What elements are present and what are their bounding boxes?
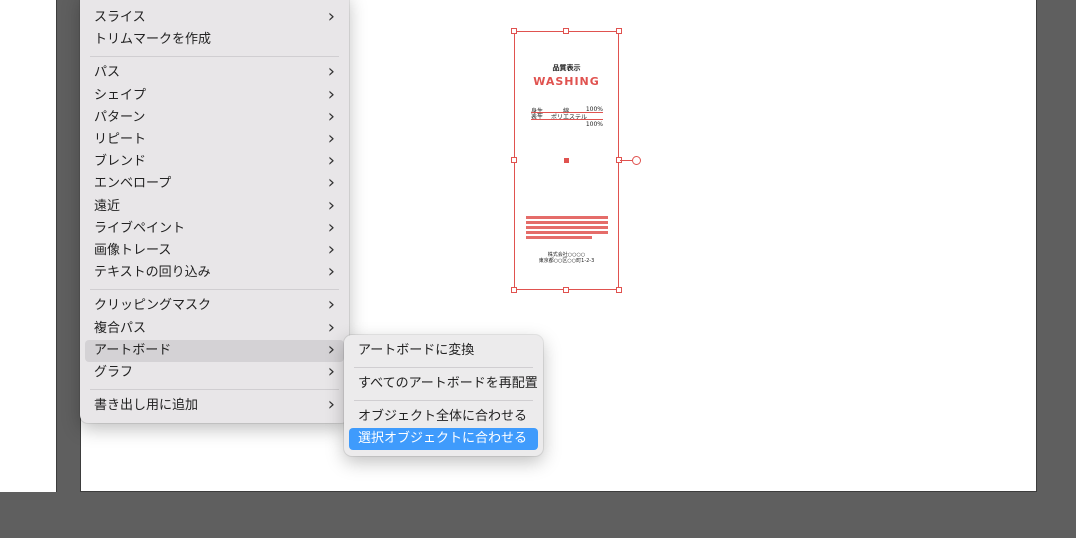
menu-item[interactable]: スライス › xyxy=(85,7,344,29)
chevron-right-icon: › xyxy=(327,172,335,194)
artboard-submenu: アートボードに変換すべてのアートボードを再配置 オブジェクト全体に合わせる 選択オブ… xyxy=(344,335,543,456)
menu-item-label: リピート xyxy=(94,132,147,147)
chevron-right-icon: › xyxy=(327,239,335,260)
menu-item[interactable]: パターン › xyxy=(85,105,344,129)
menu-item-label: 遠近 xyxy=(94,198,121,214)
chevron-right-icon: › xyxy=(327,261,335,283)
chevron-right-icon: › xyxy=(327,316,335,338)
menu-item-label: 複合パス xyxy=(94,320,147,336)
menu-item-label: シェイプ xyxy=(94,87,147,103)
chevron-right-icon: › xyxy=(327,150,335,172)
menu-item[interactable]: 選択オブジェクトに合わせる xyxy=(349,428,538,450)
menu-item[interactable]: リピート › xyxy=(85,129,344,151)
menu-item-label: ブレンド xyxy=(94,154,147,170)
menu-separator xyxy=(354,366,533,368)
menu-item-label: トリムマークを作成 xyxy=(94,32,212,48)
menu-item-label: アートボードに変換 xyxy=(358,343,475,358)
menu-item[interactable]: ライブペイント › xyxy=(85,216,344,240)
menu-separator xyxy=(354,399,533,401)
handle-middle-left[interactable] xyxy=(511,157,517,163)
left-artboard xyxy=(0,0,57,492)
chevron-right-icon: › xyxy=(327,6,335,27)
chevron-right-icon: › xyxy=(327,394,335,416)
menu-item[interactable]: トリムマークを作成 xyxy=(85,29,344,51)
handle-bottom-center[interactable] xyxy=(563,287,569,293)
menu-separator xyxy=(90,288,339,290)
menu-item-label: パターン xyxy=(94,109,146,125)
menu-item-label: アートボード xyxy=(94,342,172,358)
center-point xyxy=(564,158,569,163)
menu-separator xyxy=(90,388,339,390)
chevron-right-icon: › xyxy=(327,216,335,238)
menu-item-label: クリッピングマスク xyxy=(94,298,212,314)
art-care-symbols: WASHING xyxy=(533,75,600,88)
menu-item[interactable]: シェイプ › xyxy=(85,83,344,107)
art-title: 品質表示 xyxy=(552,64,581,72)
handle-top-left[interactable] xyxy=(511,28,517,34)
menu-item-label: 画像トレース xyxy=(94,243,172,258)
menu-item-label: すべてのアートボードを再配置 xyxy=(358,376,538,391)
handle-bottom-right[interactable] xyxy=(616,287,622,293)
menu-item[interactable]: すべてのアートボードを再配置 xyxy=(349,373,538,395)
chevron-right-icon: › xyxy=(327,61,335,83)
chevron-right-icon: › xyxy=(327,194,335,216)
chevron-right-icon: › xyxy=(327,105,335,127)
object-menu: スライス › トリムマークを作成 パス › シェイプ › パターン › リピート › ブレンド › エンベ… xyxy=(80,0,349,423)
menu-item-label: スライス xyxy=(94,10,146,25)
handle-top-right[interactable] xyxy=(616,28,622,34)
menu-item[interactable]: アートボードに変換 xyxy=(349,340,538,362)
chevron-right-icon: › xyxy=(327,294,335,316)
menu-separator xyxy=(90,55,339,57)
menu-item-label: テキストの回り込み xyxy=(94,265,211,281)
menu-item[interactable]: 画像トレース › xyxy=(85,240,344,262)
menu-item-label: エンベロープ xyxy=(94,176,172,192)
chevron-right-icon: › xyxy=(327,361,335,382)
rotate-handle[interactable] xyxy=(632,156,641,165)
menu-item-label: ライブペイント xyxy=(94,220,186,236)
rotate-connector xyxy=(620,160,632,161)
menu-item-label: 書き出し用に追加 xyxy=(94,398,199,414)
menu-item[interactable]: アートボード › xyxy=(85,338,344,362)
art-row-2: 表生 ポリエステル 100% xyxy=(531,112,603,128)
art-warning-text xyxy=(526,216,608,241)
menu-item-label: 選択オブジェクトに合わせる xyxy=(358,431,528,446)
menu-item-label: グラフ xyxy=(94,365,134,380)
menu-item[interactable]: オブジェクト全体に合わせる xyxy=(349,406,538,428)
art-row-2-right: 100% xyxy=(585,121,603,128)
chevron-right-icon: › xyxy=(327,83,335,105)
handle-bottom-left[interactable] xyxy=(511,287,517,293)
handle-top-center[interactable] xyxy=(563,28,569,34)
menu-item[interactable]: パス › xyxy=(85,62,344,84)
art-divider-2 xyxy=(531,119,603,120)
menu-item-label: オブジェクト全体に合わせる xyxy=(358,409,528,424)
art-company-address: 東京都○○区○○町1-2-3 xyxy=(538,258,595,264)
chevron-right-icon: › xyxy=(327,338,335,360)
menu-item[interactable]: 遠近 › xyxy=(85,194,344,218)
chevron-right-icon: › xyxy=(327,128,335,149)
menu-item[interactable]: 書き出し用に追加 › xyxy=(85,395,344,417)
menu-item[interactable]: ブレンド › xyxy=(85,151,344,173)
menu-item[interactable]: テキストの回り込み › xyxy=(85,262,344,284)
menu-item-label: パス xyxy=(94,65,121,81)
menu-item[interactable]: 複合パス › xyxy=(85,316,344,340)
menu-item[interactable]: グラフ › xyxy=(85,362,344,384)
menu-item[interactable]: エンベロープ › xyxy=(85,173,344,195)
menu-item[interactable]: クリッピングマスク › xyxy=(85,295,344,317)
